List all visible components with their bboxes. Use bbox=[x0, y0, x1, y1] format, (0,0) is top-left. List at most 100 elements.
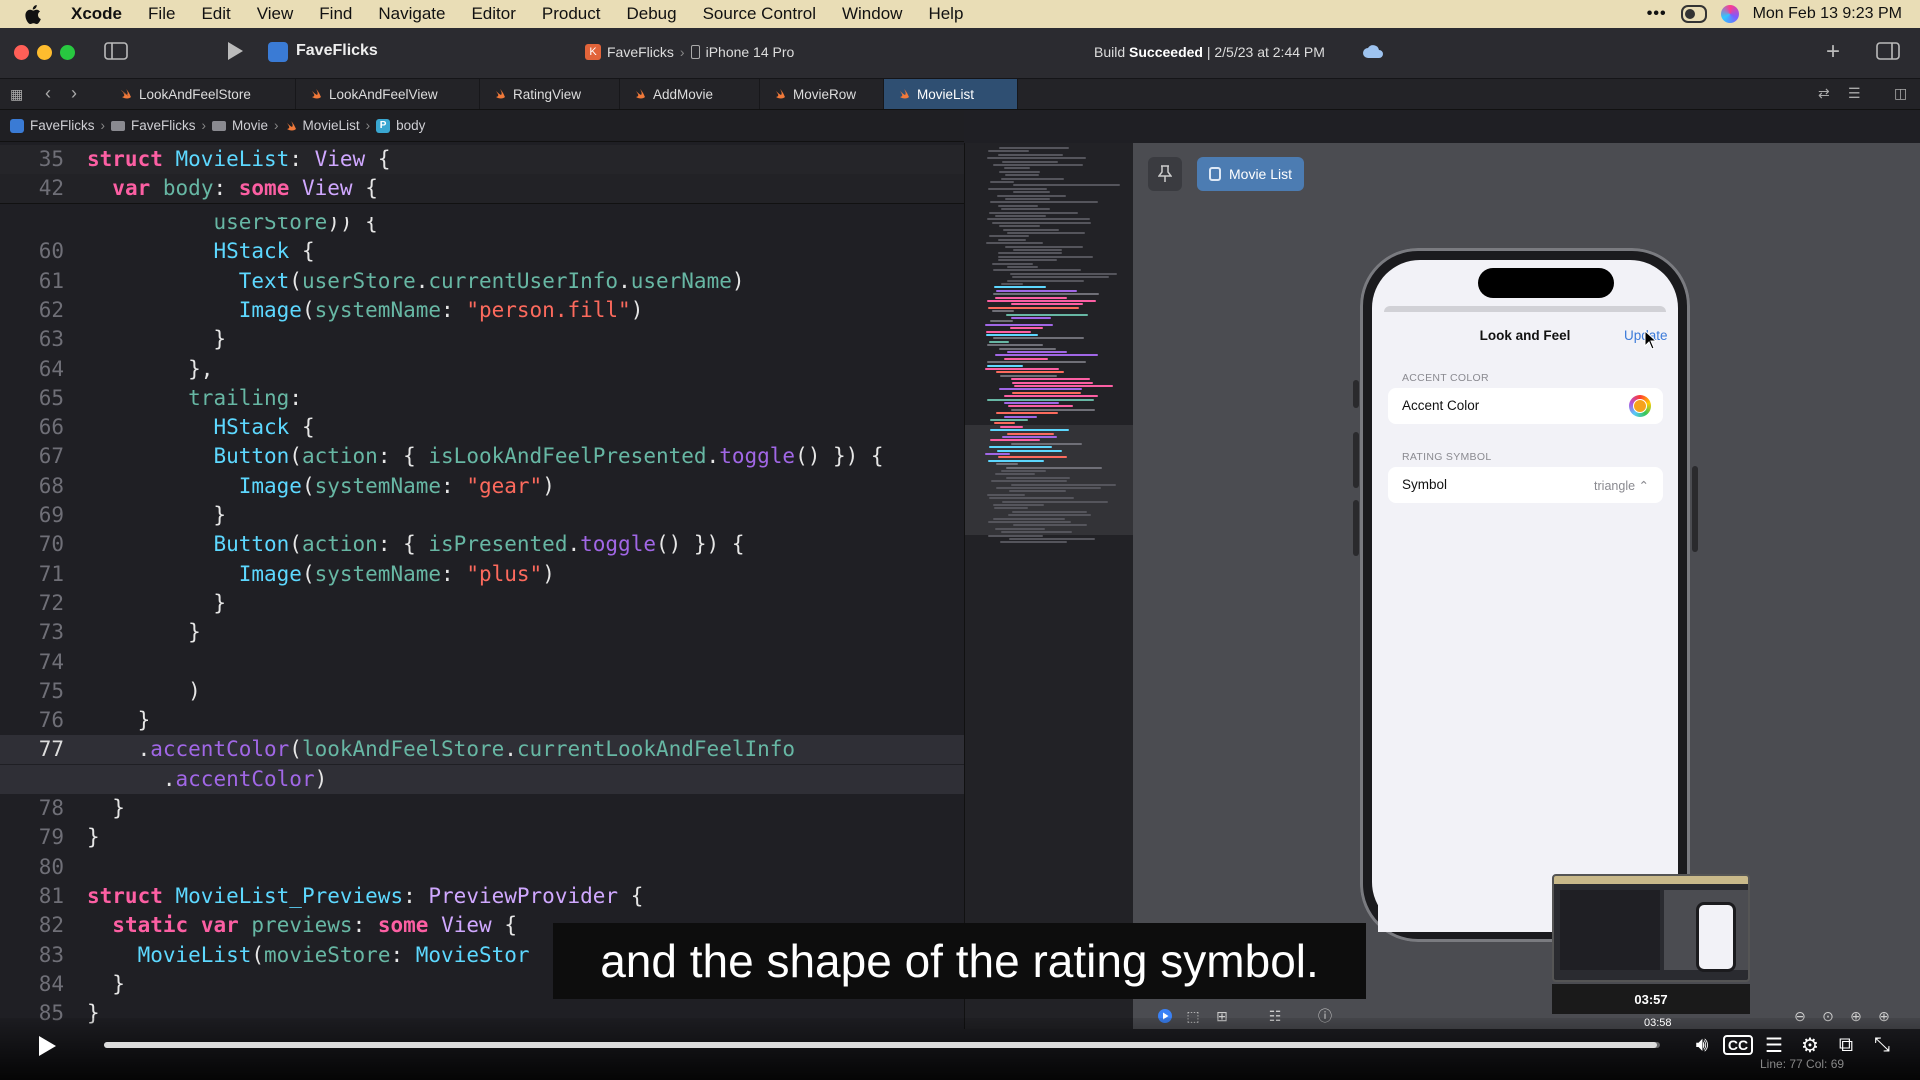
line-number: 71 bbox=[38, 562, 64, 586]
play-icon[interactable] bbox=[36, 1034, 58, 1058]
menu-product[interactable]: Product bbox=[529, 0, 614, 28]
breadcrumb-item[interactable]: FaveFlicks bbox=[111, 118, 196, 133]
code-line[interactable]: 75 ) bbox=[0, 677, 964, 706]
split-editor-icon[interactable]: ◫ bbox=[1894, 85, 1907, 102]
minimize-window-button[interactable] bbox=[37, 45, 52, 60]
build-status: Build Succeeded | 2/5/23 at 2:44 PM bbox=[1094, 44, 1325, 60]
tab-addmovie[interactable]: AddMovie bbox=[620, 79, 760, 109]
closed-captions-icon[interactable]: CC bbox=[1722, 1031, 1754, 1059]
code-line[interactable]: 78 } bbox=[0, 794, 964, 823]
symbol-picker-value[interactable]: triangle ⌃ bbox=[1594, 478, 1649, 493]
picture-in-picture-icon[interactable]: ⧉ bbox=[1832, 1031, 1860, 1059]
scheme-selector[interactable]: K FaveFlicks › iPhone 14 Pro bbox=[585, 38, 794, 66]
tab-movielist[interactable]: MovieList bbox=[884, 79, 1018, 109]
code-line[interactable]: 80 bbox=[0, 853, 964, 882]
swap-icon[interactable]: ⇄ bbox=[1818, 85, 1830, 102]
code-editor[interactable]: 35 struct MovieList: View {42 var body: s… bbox=[0, 143, 964, 1029]
breadcrumb-item[interactable]: Movie bbox=[212, 118, 268, 133]
menu-file[interactable]: File bbox=[135, 0, 188, 28]
sticky-header-line[interactable]: 35 struct MovieList: View { bbox=[0, 145, 964, 175]
code-line[interactable]: 61 Text(userStore.currentUserInfo.userNa… bbox=[0, 267, 964, 296]
code-line[interactable]: .accentColor) bbox=[0, 765, 964, 794]
forward-icon[interactable]: › bbox=[71, 83, 77, 104]
menu-window[interactable]: Window bbox=[829, 0, 915, 28]
minimap-line bbox=[990, 429, 1069, 432]
code-line[interactable]: userStore)) { bbox=[0, 217, 964, 237]
code-line[interactable]: 81 struct MovieList_Previews: PreviewProv… bbox=[0, 882, 964, 911]
code-line[interactable]: 69 } bbox=[0, 501, 964, 530]
code-line[interactable]: 63 } bbox=[0, 325, 964, 354]
tab-lookandfeelview[interactable]: LookAndFeelView bbox=[296, 79, 480, 109]
siri-icon[interactable] bbox=[1720, 5, 1739, 23]
menu-debug[interactable]: Debug bbox=[613, 0, 689, 28]
add-icon[interactable]: + bbox=[1826, 38, 1840, 66]
code-line[interactable]: 67 Button(action: { isLookAndFeelPresent… bbox=[0, 442, 964, 471]
minimap-line bbox=[1010, 327, 1043, 330]
menu-find[interactable]: Find bbox=[306, 0, 365, 28]
minimap-line bbox=[1013, 191, 1050, 194]
more-icon[interactable]: ••• bbox=[1647, 5, 1667, 23]
minimap-line bbox=[989, 340, 1009, 343]
preview-tab-movie-list[interactable]: Movie List bbox=[1197, 157, 1305, 191]
menu-source-control[interactable]: Source Control bbox=[690, 0, 829, 28]
color-well[interactable] bbox=[1629, 395, 1651, 417]
breadcrumb-label: FaveFlicks bbox=[131, 118, 196, 133]
menu-view[interactable]: View bbox=[244, 0, 307, 28]
code-line[interactable]: 65 trailing: bbox=[0, 384, 964, 413]
code-line[interactable]: 60 HStack { bbox=[0, 237, 964, 266]
accent-color-label: Accent Color bbox=[1402, 398, 1480, 413]
code-line[interactable]: 79} bbox=[0, 823, 964, 852]
breadcrumb-label: MovieList bbox=[302, 118, 360, 133]
minimap[interactable] bbox=[964, 143, 1133, 1029]
inspector-toggle-icon[interactable] bbox=[1876, 41, 1900, 67]
back-icon[interactable]: ‹ bbox=[45, 83, 51, 104]
code-line[interactable]: 73 } bbox=[0, 618, 964, 647]
menubar-clock[interactable]: Mon Feb 13 9:23 PM bbox=[1753, 5, 1902, 23]
code-line[interactable]: 68 Image(systemName: "gear") bbox=[0, 472, 964, 501]
code-line[interactable]: 62 Image(systemName: "person.fill") bbox=[0, 296, 964, 325]
close-window-button[interactable] bbox=[14, 45, 29, 60]
code-line[interactable]: 76 } bbox=[0, 706, 964, 735]
grid-icon[interactable]: ▦ bbox=[10, 86, 23, 103]
code-line[interactable]: 64 }, bbox=[0, 355, 964, 384]
accent-color-row[interactable]: Accent Color bbox=[1388, 388, 1663, 424]
breadcrumb-item[interactable]: Pbody bbox=[376, 118, 425, 133]
code-line[interactable]: 70 Button(action: { isPresented.toggle()… bbox=[0, 530, 964, 559]
line-number: 65 bbox=[38, 386, 64, 410]
control-center-icon[interactable] bbox=[1680, 5, 1707, 23]
volume-icon[interactable]: 🔊︎ bbox=[1688, 1031, 1716, 1059]
code-line[interactable]: 74 bbox=[0, 648, 964, 677]
line-number: 74 bbox=[38, 650, 64, 674]
tab-movierow[interactable]: MovieRow bbox=[760, 79, 884, 109]
apple-icon[interactable] bbox=[22, 3, 44, 25]
tab-label: LookAndFeelView bbox=[329, 86, 438, 102]
menu-edit[interactable]: Edit bbox=[188, 0, 243, 28]
run-icon[interactable] bbox=[226, 41, 244, 67]
sidebar-toggle-icon[interactable] bbox=[104, 41, 128, 67]
pin-icon[interactable] bbox=[1148, 157, 1182, 191]
code-text: } bbox=[87, 503, 227, 527]
code-line[interactable]: 71 Image(systemName: "plus") bbox=[0, 560, 964, 589]
symbol-picker-row[interactable]: Symbol triangle ⌃ bbox=[1388, 467, 1663, 503]
settings-gear-icon[interactable]: ⚙ bbox=[1796, 1031, 1824, 1059]
exit-fullscreen-icon[interactable]: ⤡ bbox=[1868, 1031, 1896, 1059]
minimap-line bbox=[1012, 276, 1109, 279]
tab-ratingview[interactable]: RatingView bbox=[480, 79, 620, 109]
sticky-header-line[interactable]: 42 var body: some View { bbox=[0, 174, 964, 204]
zoom-window-button[interactable] bbox=[60, 45, 75, 60]
code-line[interactable]: 66 HStack { bbox=[0, 413, 964, 442]
breadcrumb-item[interactable]: FaveFlicks bbox=[10, 118, 95, 133]
code-line[interactable]: 72 } bbox=[0, 589, 964, 618]
editor-options-icon[interactable]: ☰ bbox=[1848, 85, 1861, 102]
cloud-icon[interactable] bbox=[1362, 42, 1384, 65]
video-progress-fill[interactable] bbox=[104, 1042, 1657, 1048]
code-line[interactable]: 77 .accentColor(lookAndFeelStore.current… bbox=[0, 735, 964, 764]
breadcrumb-item[interactable]: MovieList bbox=[285, 118, 360, 133]
menu-xcode[interactable]: Xcode bbox=[58, 0, 135, 28]
menu-editor[interactable]: Editor bbox=[458, 0, 528, 28]
tab-lookandfeelstore[interactable]: LookAndFeelStore bbox=[106, 79, 296, 109]
video-subtitle: and the shape of the rating symbol. bbox=[553, 923, 1366, 999]
transcript-icon[interactable]: ☰ bbox=[1760, 1031, 1788, 1059]
menu-help[interactable]: Help bbox=[915, 0, 976, 28]
menu-navigate[interactable]: Navigate bbox=[365, 0, 458, 28]
